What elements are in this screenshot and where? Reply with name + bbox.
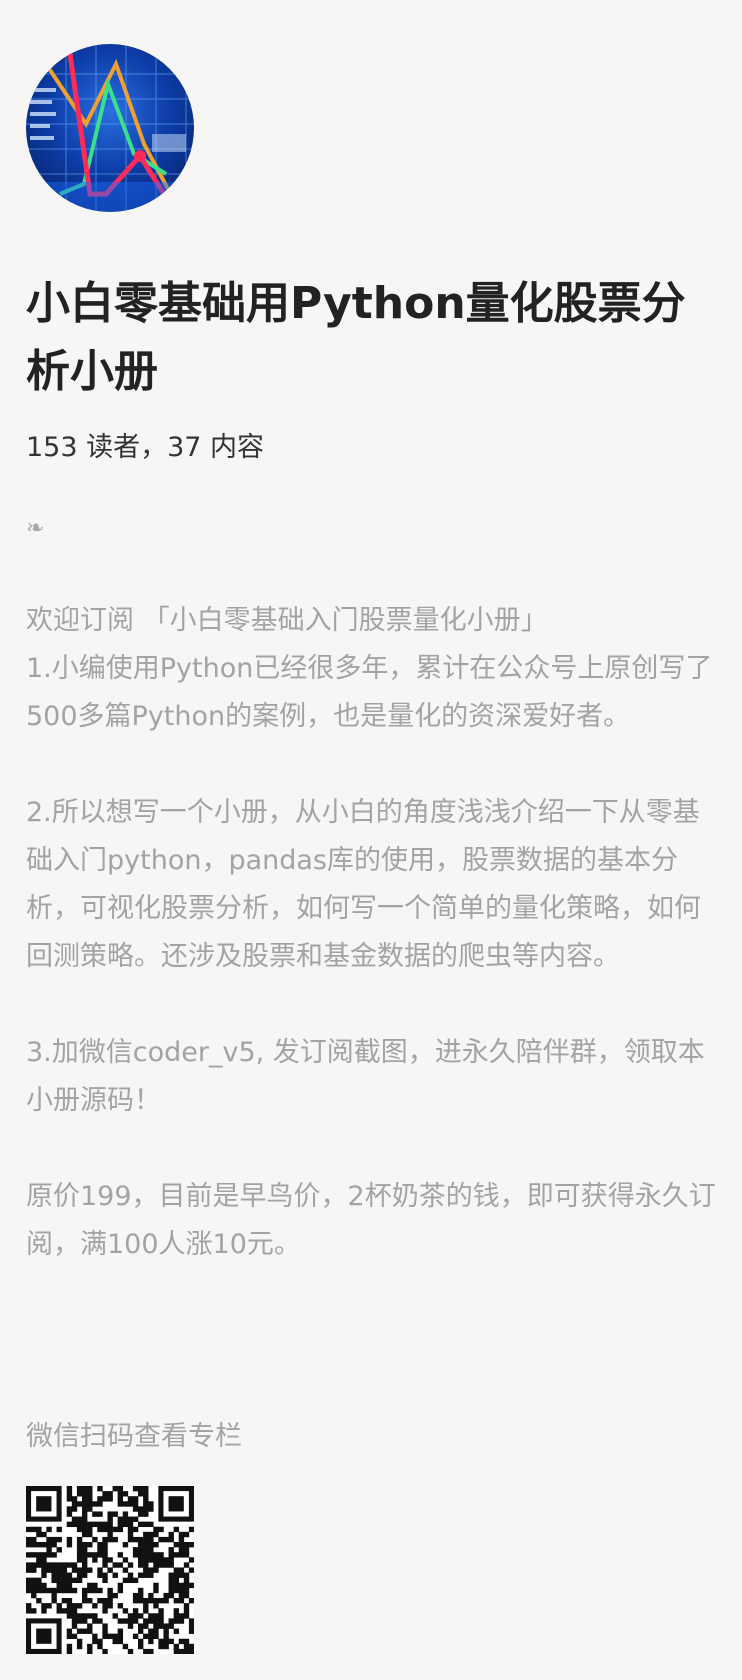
column-avatar xyxy=(26,44,194,212)
description-paragraph: 2.所以想写一个小册，从小白的角度浅浅介绍一下从零基础入门python，pand… xyxy=(26,797,701,972)
description-paragraph: 原价199，目前是早鸟价，2杯奶茶的钱，即可获得永久订阅，满100人涨10元。 xyxy=(26,1181,716,1260)
description-paragraph: 欢迎订阅 「小白零基础入门股票量化小册」 1.小编使用Python已经很多年，累… xyxy=(26,605,713,732)
column-title: 小白零基础用Python量化股票分析小册 xyxy=(26,278,686,397)
qr-code[interactable] xyxy=(26,1486,194,1654)
description-paragraph: 3.加微信coder_v5, 发订阅截图，进永久陪伴群，领取本小册源码！ xyxy=(26,1037,705,1116)
qr-code-icon xyxy=(26,1486,194,1654)
stock-chart-avatar-icon xyxy=(26,44,194,212)
column-description: 欢迎订阅 「小白零基础入门股票量化小册」 1.小编使用Python已经很多年，累… xyxy=(26,597,726,1269)
floral-ornament-icon: ❧ xyxy=(26,516,45,541)
qr-label: 微信扫码查看专栏 xyxy=(26,1421,242,1452)
reader-content-stats: 153 读者，37 内容 xyxy=(26,432,265,463)
